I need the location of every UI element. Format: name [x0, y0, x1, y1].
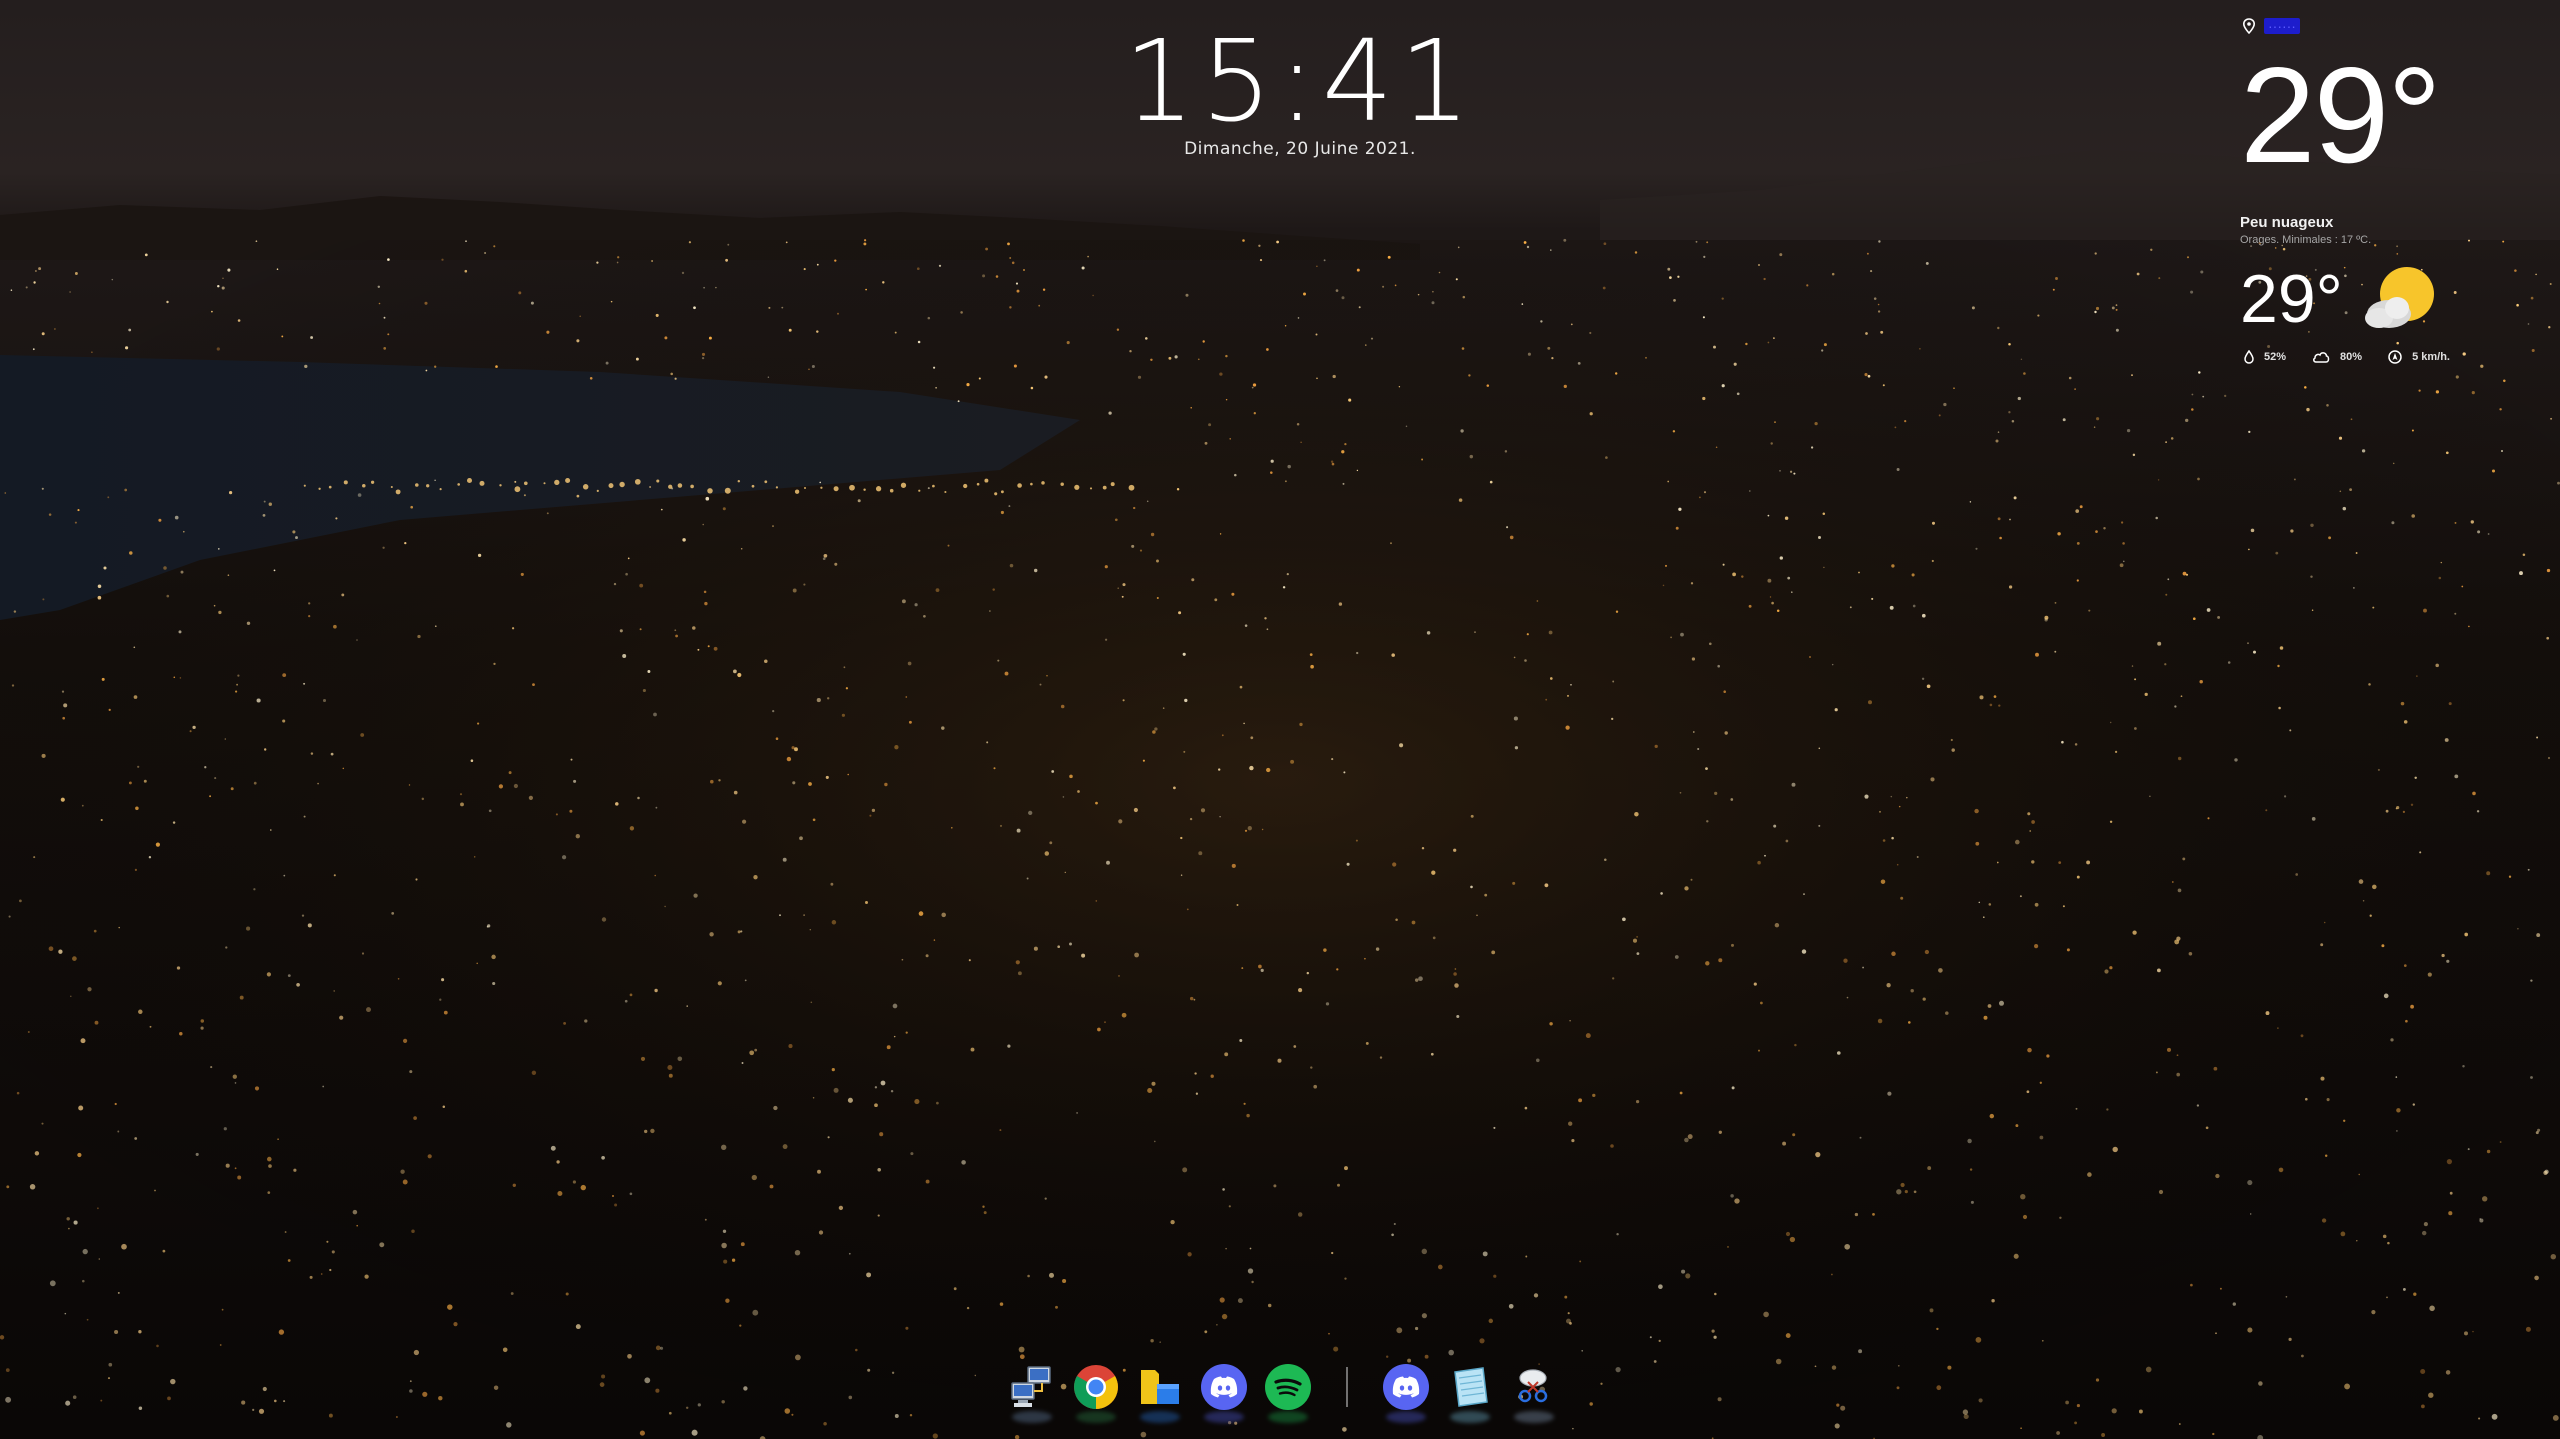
- weather-condition: Peu nuageux: [2240, 214, 2334, 231]
- clock-time: 15:41: [1123, 17, 1477, 147]
- dock: [1000, 1352, 1566, 1423]
- weather-temperature-large: 29°: [2240, 39, 2442, 191]
- weather-humidity-value: 52%: [2264, 351, 2287, 363]
- chrome-icon: [1074, 1365, 1118, 1409]
- weather-stats: 52% 80% 5 km/h.: [2244, 350, 2550, 364]
- weather-cloud-cover: 80%: [2312, 351, 2362, 363]
- weather-location-name: ······: [2264, 18, 2300, 34]
- notepad-icon: [1454, 1367, 1488, 1407]
- dock-item-discord-2[interactable]: [1380, 1361, 1432, 1423]
- dock-item-notepad[interactable]: [1444, 1361, 1496, 1423]
- file-explorer-icon: [1141, 1370, 1179, 1404]
- wind-compass-icon: [2388, 350, 2402, 364]
- desktop[interactable]: 15:41 Dimanche, 20 Juine 2021. ······ 29…: [0, 0, 2560, 1439]
- wallpaper-night-city: [0, 0, 2560, 1439]
- weather-temperature-current: 29°: [2240, 261, 2343, 337]
- weather-humidity: 52%: [2244, 350, 2286, 364]
- weather-forecast-note: Orages. Minimales : 17 ºC.: [2240, 234, 2372, 246]
- snipping-tool-icon: [1518, 1369, 1548, 1403]
- dock-item-network[interactable]: [1006, 1361, 1058, 1423]
- weather-cloud-cover-value: 80%: [2340, 351, 2363, 363]
- dock-item-chrome[interactable]: [1070, 1361, 1122, 1423]
- dock-item-snipping-tool[interactable]: [1508, 1361, 1560, 1423]
- humidity-drop-icon: [2244, 350, 2254, 364]
- dock-item-file-explorer[interactable]: [1134, 1361, 1186, 1423]
- cloud-icon: [2313, 352, 2330, 363]
- discord-icon: [1383, 1364, 1429, 1410]
- dock-item-spotify[interactable]: [1262, 1361, 1314, 1423]
- clock-widget: 15:41 Dimanche, 20 Juine 2021.: [1050, 22, 1550, 160]
- weather-widget: ······ 29° Peu nuageux Orages. Minimales…: [2230, 14, 2550, 364]
- weather-wind: 5 km/h.: [2388, 350, 2450, 364]
- location-pin-icon: [2242, 18, 2256, 34]
- weather-location[interactable]: ······: [2242, 14, 2550, 38]
- dock-separator: [1346, 1367, 1348, 1407]
- partly-cloudy-sun-icon: [2361, 264, 2439, 334]
- weather-wind-value: 5 km/h.: [2412, 351, 2450, 363]
- weather-current-row: 29°: [2240, 260, 2550, 338]
- discord-icon: [1201, 1364, 1247, 1410]
- dock-item-discord[interactable]: [1198, 1361, 1250, 1423]
- network-computers-icon: [1011, 1366, 1051, 1407]
- spotify-icon: [1265, 1364, 1311, 1410]
